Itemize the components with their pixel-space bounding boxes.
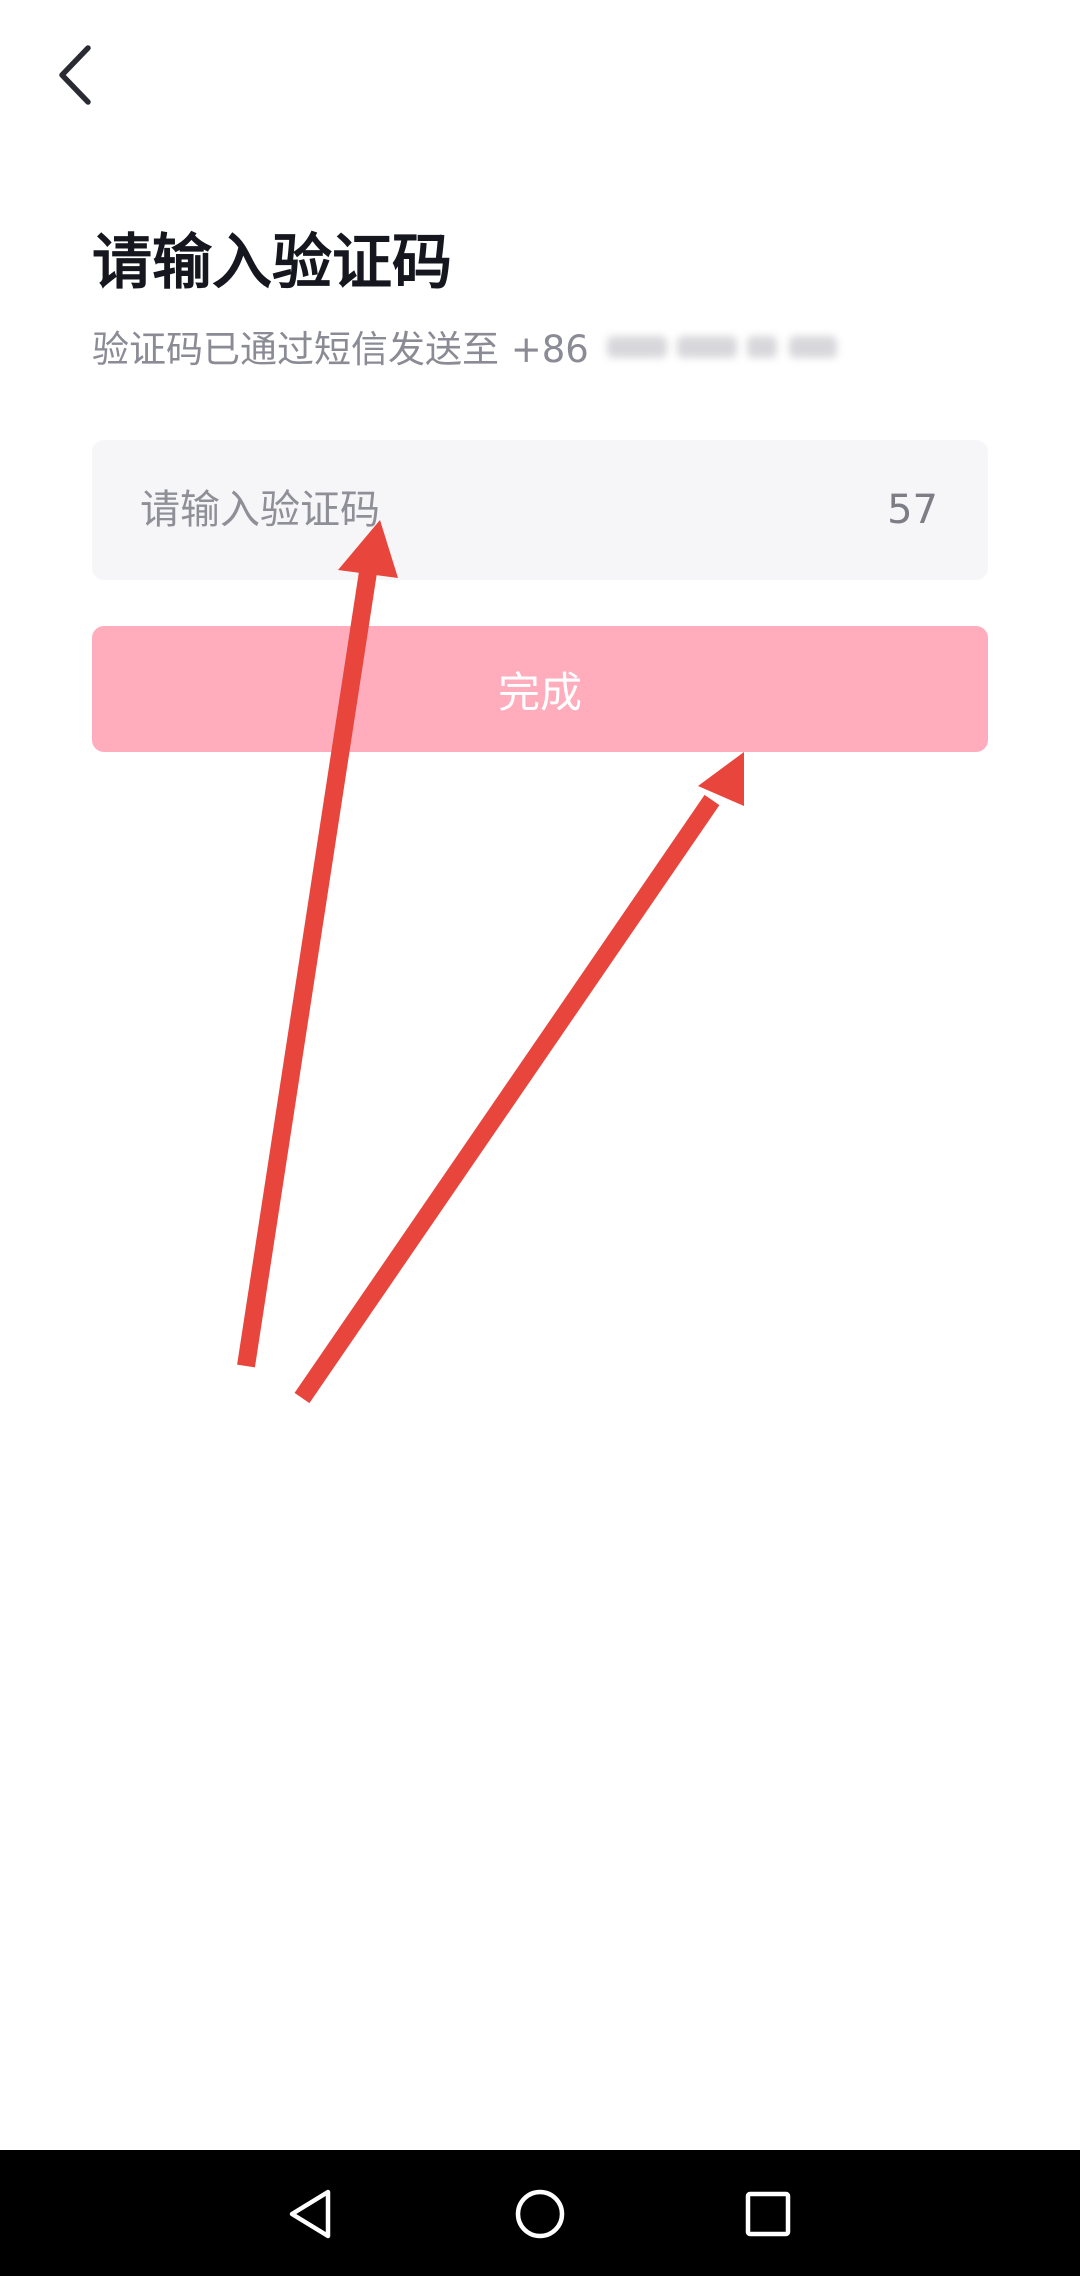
sms-sent-text: 验证码已通过短信发送至 +86 xyxy=(92,328,589,371)
square-recents-icon xyxy=(745,2191,791,2237)
arrow-to-complete-button xyxy=(294,752,744,1404)
chevron-left-icon xyxy=(59,45,91,105)
nav-home-button[interactable] xyxy=(490,2164,590,2264)
nav-back-button[interactable] xyxy=(260,2164,360,2264)
system-navigation-bar xyxy=(0,2150,1080,2276)
page-title: 请输入验证码 xyxy=(92,228,452,298)
masked-phone-number xyxy=(599,331,849,361)
code-input-container: 57 xyxy=(92,440,988,580)
verification-screen: 请输入验证码 验证码已通过短信发送至 +86 57 完成 xyxy=(0,0,1080,2276)
circle-home-icon xyxy=(515,2189,565,2239)
resend-countdown: 57 xyxy=(887,487,938,533)
nav-recents-button[interactable] xyxy=(718,2164,818,2264)
back-button[interactable] xyxy=(40,30,112,120)
triangle-back-icon xyxy=(289,2189,331,2239)
sms-sent-notice: 验证码已通过短信发送至 +86 xyxy=(92,318,849,374)
complete-button[interactable]: 完成 xyxy=(92,626,988,752)
verification-code-input[interactable] xyxy=(92,440,888,580)
